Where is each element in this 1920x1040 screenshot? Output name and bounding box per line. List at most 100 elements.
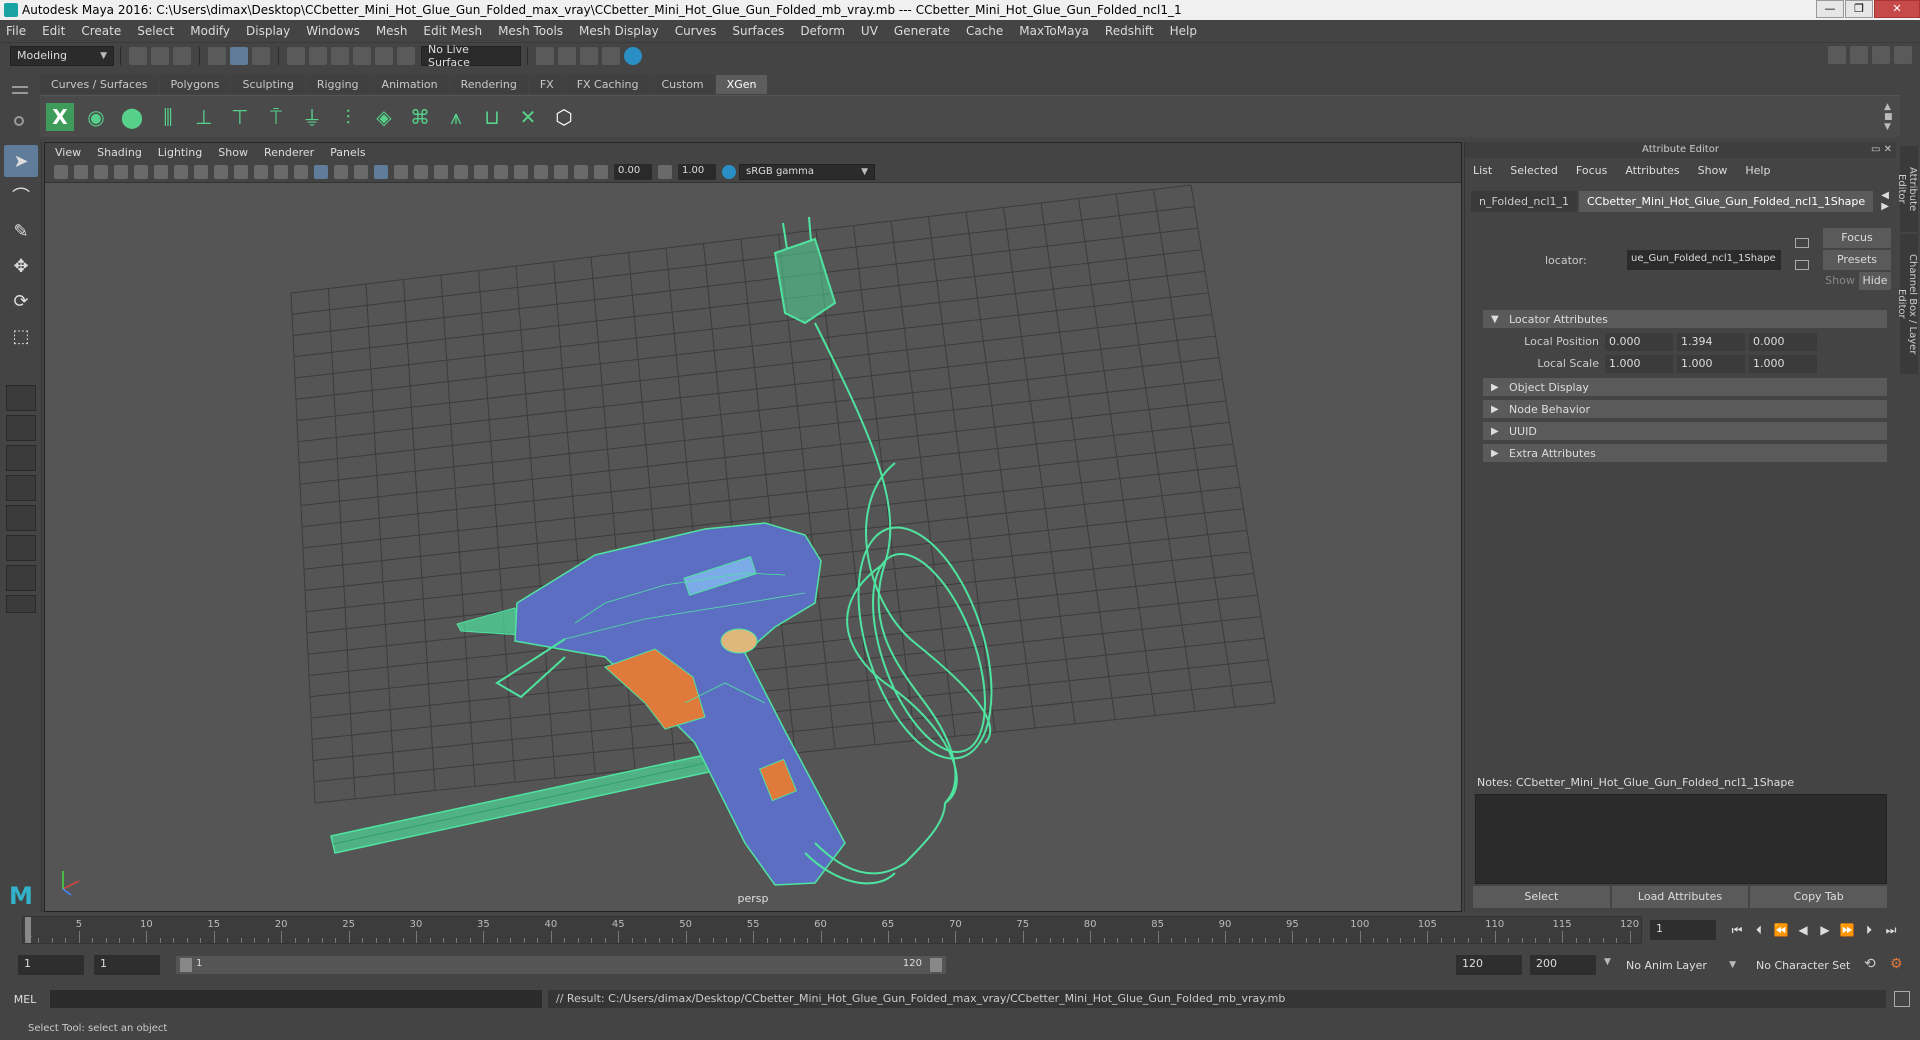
tab-xgen[interactable]: XGen [715,75,768,94]
select-button[interactable]: Select [1473,886,1610,908]
grid-icon[interactable] [174,164,188,179]
section-object-display[interactable]: ▶ Object Display [1483,378,1887,396]
animation-start-field[interactable]: 1 [18,955,84,975]
vp-menu-panels[interactable]: Panels [330,146,365,159]
four-pane-layout-icon[interactable] [6,415,36,441]
tab-curves-surfaces[interactable]: Curves / Surfaces [40,75,159,94]
render-frame-icon[interactable] [558,46,576,65]
camera-select-icon[interactable] [54,164,68,179]
color-space-dropdown[interactable]: sRGB gamma ▼ [739,163,875,180]
xgen-sculpt-guide-icon[interactable]: ⊤ [226,103,254,131]
script-language-toggle[interactable]: MEL [0,993,50,1006]
snap-surface-icon[interactable] [375,46,393,65]
copy-tab-button[interactable]: Copy Tab [1750,886,1888,908]
shelf-scroll-arrows[interactable]: ▲ ■ ▼ [1884,102,1893,132]
shelf-menu-icon[interactable] [12,86,28,94]
menu-display[interactable]: Display [246,24,290,38]
xray-components-icon[interactable] [574,164,588,179]
tab-fx[interactable]: FX [528,75,565,94]
locator-name-field[interactable]: ue_Gun_Folded_ncl1_1Shape [1627,250,1781,270]
anim-layer-dropdown[interactable]: No Anim Layer ▼ [1620,955,1742,975]
anti-aliasing-icon[interactable] [474,164,488,179]
snap-view-icon[interactable] [353,46,371,65]
tab-sculpting[interactable]: Sculpting [231,75,305,94]
go-to-end-icon[interactable]: ⏭ [1883,922,1899,938]
menu-surfaces[interactable]: Surfaces [732,24,784,38]
xgen-groom-icon[interactable]: ⫶ [334,103,362,131]
load-attributes-button[interactable]: Load Attributes [1611,886,1749,908]
ae-menu-attributes[interactable]: Attributes [1625,164,1679,177]
color-management-icon[interactable] [722,164,736,179]
local-position-y[interactable]: 1.394 [1677,333,1745,351]
xgen-editor-icon[interactable]: X [46,102,74,131]
step-back-frame-icon[interactable]: ⏪ [1773,922,1789,938]
rotate-tool-icon[interactable]: ⟳ [4,285,38,317]
render-settings-icon[interactable] [602,46,620,65]
menu-windows[interactable]: Windows [306,24,360,38]
vp-menu-shading[interactable]: Shading [97,146,142,159]
gamma-field[interactable]: 1.00 [678,163,716,180]
persp-outliner-layout-icon[interactable] [6,475,36,501]
bookmark-icon[interactable] [94,164,108,179]
maximize-button[interactable]: ❐ [1845,0,1873,18]
menu-select[interactable]: Select [137,24,174,38]
viewport-canvas[interactable]: persp [45,183,1461,911]
scale-tool-icon[interactable]: ⬚ [4,320,38,352]
safe-action-icon[interactable] [274,164,288,179]
modeling-toolkit-icon[interactable] [1828,46,1846,64]
presets-button[interactable]: Presets [1823,250,1891,270]
vp-menu-show[interactable]: Show [218,146,248,159]
tab-attribute-editor[interactable]: Attribute Editor [1896,146,1918,232]
two-d-pan-icon[interactable] [134,164,148,179]
character-set-dropdown[interactable]: No Character Set [1750,955,1860,975]
go-to-start-icon[interactable]: ⏮ [1729,922,1745,938]
motion-blur-icon[interactable] [454,164,468,179]
menu-redshift[interactable]: Redshift [1105,24,1154,38]
new-scene-icon[interactable] [129,46,147,65]
ae-menu-selected[interactable]: Selected [1510,164,1558,177]
tab-scroll-arrows-icon[interactable]: ◀ ▶ [1881,190,1896,212]
xgen-add-guide-icon[interactable]: ⫼ [154,103,182,131]
select-hierarchy-icon[interactable] [208,46,226,65]
go-to-output-icon[interactable] [1795,260,1809,270]
menu-edit[interactable]: Edit [42,24,65,38]
image-plane-icon[interactable] [114,164,128,179]
use-default-material-icon[interactable] [334,164,348,179]
float-close-icons[interactable]: ▭ ✕ [1871,144,1892,155]
menu-edit-mesh[interactable]: Edit Mesh [423,24,482,38]
xgen-length-icon[interactable]: ⊔ [478,103,506,131]
menu-uv[interactable]: UV [861,24,878,38]
local-scale-z[interactable]: 1.000 [1749,355,1817,373]
tab-polygons[interactable]: Polygons [159,75,231,94]
tab-transform-node[interactable]: n_Folded_ncl1_1 [1471,190,1577,212]
tab-channel-box[interactable]: Channel Box / Layer Editor [1896,234,1918,374]
single-pane-layout-icon[interactable] [6,385,36,411]
tab-shape-node[interactable]: CCbetter_Mini_Hot_Glue_Gun_Folded_ncl1_1… [1579,190,1874,212]
section-extra-attributes[interactable]: ▶ Extra Attributes [1483,444,1887,462]
isolate-select-icon[interactable] [514,164,528,179]
menu-deform[interactable]: Deform [800,24,845,38]
command-input[interactable] [50,990,542,1008]
menu-create[interactable]: Create [81,24,121,38]
screen-space-ao-icon[interactable] [434,164,448,179]
menu-maxtomaya[interactable]: MaxToMaya [1019,24,1089,38]
snap-grid-icon[interactable] [287,46,305,65]
menu-modify[interactable]: Modify [190,24,230,38]
open-scene-icon[interactable] [151,46,169,65]
ae-menu-help[interactable]: Help [1745,164,1770,177]
step-forward-key-icon[interactable]: ⏵ [1861,922,1877,938]
resolution-gate-icon[interactable] [214,164,228,179]
xgen-lock-guide-icon[interactable]: ⏚ [298,103,326,131]
gate-mask-icon[interactable] [234,164,248,179]
glue-gun-model[interactable] [456,522,846,886]
step-forward-frame-icon[interactable]: ⏩ [1839,922,1855,938]
film-gate-icon[interactable] [194,164,208,179]
section-node-behavior[interactable]: ▶ Node Behavior [1483,400,1887,418]
local-scale-x[interactable]: 1.000 [1605,355,1673,373]
playback-end-field[interactable]: 120 [1456,955,1522,975]
focus-button[interactable]: Focus [1823,228,1891,248]
exposure-icon[interactable] [594,164,608,179]
xgen-hex-icon[interactable]: ⬡ [550,103,578,131]
go-to-input-icon[interactable] [1795,238,1809,248]
grease-pencil-icon[interactable] [154,164,168,179]
